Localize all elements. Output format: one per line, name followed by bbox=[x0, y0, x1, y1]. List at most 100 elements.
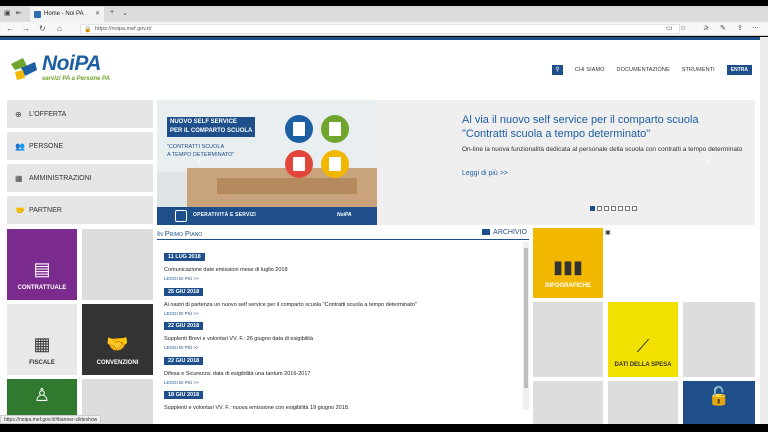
news-text[interactable]: Ai nastri di partenza un nuovo self serv… bbox=[164, 302, 519, 308]
favorite-star-icon[interactable]: ☆ bbox=[680, 24, 686, 32]
close-tab-icon[interactable]: ✕ bbox=[95, 10, 100, 17]
tile-contrattuale[interactable]: ▤ CONTRATTUALE bbox=[7, 229, 77, 300]
pen-icon[interactable]: ✎ bbox=[720, 24, 726, 32]
search-icon: ⚲ bbox=[555, 67, 560, 73]
carousel-dot[interactable] bbox=[604, 206, 609, 211]
operativita-icon bbox=[175, 210, 187, 222]
slide-description: On-line la nuova funzionalità dedicata a… bbox=[462, 146, 743, 153]
noipa-logo[interactable]: NoiPA servizi PA a Persone PA bbox=[9, 52, 139, 86]
url-text: https://noipa.mef.gov.it/ bbox=[95, 26, 152, 32]
classroom-desk-top bbox=[217, 178, 357, 194]
archivio-link[interactable]: ARCHIVIO bbox=[482, 229, 527, 236]
news-header: In Primo Piano ARCHIVIO bbox=[157, 228, 529, 240]
status-bar: https://noipa.mef.gov.it/#banner-slidesh… bbox=[0, 415, 102, 424]
news-title: In Primo Piano bbox=[157, 229, 203, 238]
news-scrollbar[interactable] bbox=[523, 242, 529, 410]
tab-title: Home - Noi PA bbox=[44, 11, 84, 17]
tile-label: CONTRATTUALE bbox=[17, 285, 67, 291]
tile-infografiche[interactable]: ▮▮▮ INFOGRAFICHE bbox=[533, 228, 603, 298]
tab-list-icon[interactable]: ⌄ bbox=[122, 9, 128, 17]
favorites-hub-icon[interactable]: ✰ bbox=[703, 24, 709, 32]
nav-chi-siamo[interactable]: CHI SIAMO bbox=[575, 67, 605, 73]
carousel-dot[interactable] bbox=[611, 206, 616, 211]
calendar-icon bbox=[285, 150, 313, 178]
tile-empty-4 bbox=[683, 302, 755, 377]
nav-strumenti[interactable]: STRUMENTI bbox=[682, 67, 715, 73]
menu-item-amministrazioni[interactable]: ▦ AMMINISTRAZIONI bbox=[7, 164, 153, 192]
calculator-icon: ▦ bbox=[33, 334, 51, 354]
news-item: 11 LUG 2018 Comunicazione date emissioni… bbox=[164, 245, 519, 281]
search-button[interactable]: ⚲ bbox=[551, 65, 563, 75]
news-text[interactable]: Comunicazione date emissioni mese di lug… bbox=[164, 267, 519, 273]
news-item: 22 GIU 2018 Difesa e Sicurezza: data di … bbox=[164, 349, 519, 385]
news-date: 22 GIU 2018 bbox=[164, 322, 204, 330]
more-icon[interactable]: ⋯ bbox=[752, 24, 759, 32]
slide-image[interactable]: NUOVO SELF SERVICE PER IL COMPARTO SCUOL… bbox=[157, 100, 377, 225]
news-text[interactable]: Difesa e Sicurezza: data di esigibilità … bbox=[164, 371, 519, 377]
menu-item-persone[interactable]: 👥 PERSONE bbox=[7, 132, 153, 160]
unlock-icon: 🔓 bbox=[707, 386, 731, 406]
carousel-dots bbox=[590, 206, 637, 211]
tfr-icon bbox=[321, 150, 349, 178]
carousel-dot[interactable] bbox=[625, 206, 630, 211]
tile-empty-1 bbox=[82, 229, 153, 300]
handshake-icon: 🤝 bbox=[106, 334, 129, 354]
menu-item-partner[interactable]: 🤝 PARTNER bbox=[7, 196, 153, 224]
logo-name: NoiPA bbox=[42, 52, 101, 75]
tab-actions-icon[interactable]: ▣ bbox=[4, 9, 11, 17]
slide-read-more-link[interactable]: Leggi di più >> bbox=[462, 170, 508, 177]
home-icon[interactable]: ⌂ bbox=[57, 24, 62, 33]
news-text[interactable]: Supplenti Brevi e volontari VV. F.: 26 g… bbox=[164, 336, 519, 342]
person-icon: ♙ bbox=[33, 385, 51, 405]
slide-title[interactable]: Al via il nuovo self service per il comp… bbox=[462, 113, 747, 141]
carousel-dot[interactable] bbox=[632, 206, 637, 211]
carousel-dot[interactable] bbox=[618, 206, 623, 211]
carousel-dot[interactable] bbox=[590, 206, 595, 211]
browser-window: ▣ ⇤ Home - Noi PA ✕ + ⌄ ← → ↻ ⌂ 🔒 https:… bbox=[0, 0, 768, 432]
tile-convenzioni[interactable]: 🤝 CONVENZIONI bbox=[82, 304, 153, 375]
new-tab-icon[interactable]: + bbox=[110, 9, 114, 16]
news-item: 25 GIU 2018 Ai nastri di partenza un nuo… bbox=[164, 280, 519, 316]
carousel-next-icon[interactable]: › bbox=[705, 152, 710, 168]
menu-item-label: PERSONE bbox=[29, 142, 64, 150]
archive-icon bbox=[482, 229, 491, 235]
share-icon[interactable]: ⇪ bbox=[737, 24, 743, 32]
tab-home[interactable]: Home - Noi PA ✕ bbox=[30, 7, 104, 22]
contract-icon: ▤ bbox=[33, 259, 51, 279]
menu-item-offerta[interactable]: ⊕ L'OFFERTA bbox=[7, 100, 153, 128]
news-scroll-thumb[interactable] bbox=[524, 248, 528, 388]
tile-accesso[interactable]: 🔓 bbox=[683, 381, 755, 424]
tab-bar: ▣ ⇤ Home - Noi PA ✕ + ⌄ bbox=[0, 6, 768, 22]
tile-label: INFOGRAFICHE bbox=[545, 283, 591, 289]
building-icon: ▦ bbox=[15, 173, 23, 183]
tile-empty-3 bbox=[533, 302, 603, 377]
slide-band-logo: NoiPA bbox=[337, 212, 352, 218]
refresh-icon[interactable]: ↻ bbox=[39, 24, 46, 33]
address-bar: ← → ↻ ⌂ 🔒 https://noipa.mef.gov.it/ ▭ ☆ … bbox=[0, 22, 768, 36]
page-scrollbar[interactable] bbox=[760, 37, 768, 424]
tile-empty-6 bbox=[608, 381, 678, 424]
tile-label: DATI DELLA SPESA bbox=[614, 362, 672, 368]
logo-mark-icon bbox=[11, 58, 37, 80]
slide-image-title-line1: NUOVO SELF SERVICE bbox=[170, 119, 237, 125]
url-field[interactable]: 🔒 https://noipa.mef.gov.it/ bbox=[80, 24, 680, 34]
news-text[interactable]: Supplenti e volontari VV. F.: nuova emis… bbox=[164, 405, 519, 411]
tile-fiscale[interactable]: ▦ FISCALE bbox=[7, 304, 77, 375]
tile-dati-spesa[interactable]: ⟋ DATI DELLA SPESA bbox=[608, 302, 678, 377]
archivio-label: ARCHIVIO bbox=[493, 229, 527, 236]
slide-band-text: OPERATIVITÀ E SERVIZI bbox=[193, 212, 256, 218]
carousel-prev-icon[interactable]: ‹ bbox=[197, 152, 202, 168]
entra-button[interactable]: ENTRA bbox=[726, 65, 752, 75]
tab-back-icon[interactable]: ⇤ bbox=[16, 9, 22, 17]
site-header: NoiPA servizi PA a Persone PA ⚲ CHI SIAM… bbox=[0, 37, 760, 95]
back-icon[interactable]: ← bbox=[6, 24, 14, 33]
menu-item-label: L'OFFERTA bbox=[29, 110, 67, 118]
tile-label: FISCALE bbox=[29, 360, 55, 366]
forward-icon[interactable]: → bbox=[22, 24, 30, 33]
news-list: 11 LUG 2018 Comunicazione date emissioni… bbox=[164, 245, 519, 418]
reading-view-icon[interactable]: ▭ bbox=[666, 24, 673, 32]
nav-documentazione[interactable]: DOCUMENTAZIONE bbox=[617, 67, 670, 73]
favicon-icon bbox=[34, 11, 41, 18]
slide-image-quote-line1: "CONTRATTI SCUOLA bbox=[167, 144, 225, 150]
carousel-dot[interactable] bbox=[597, 206, 602, 211]
